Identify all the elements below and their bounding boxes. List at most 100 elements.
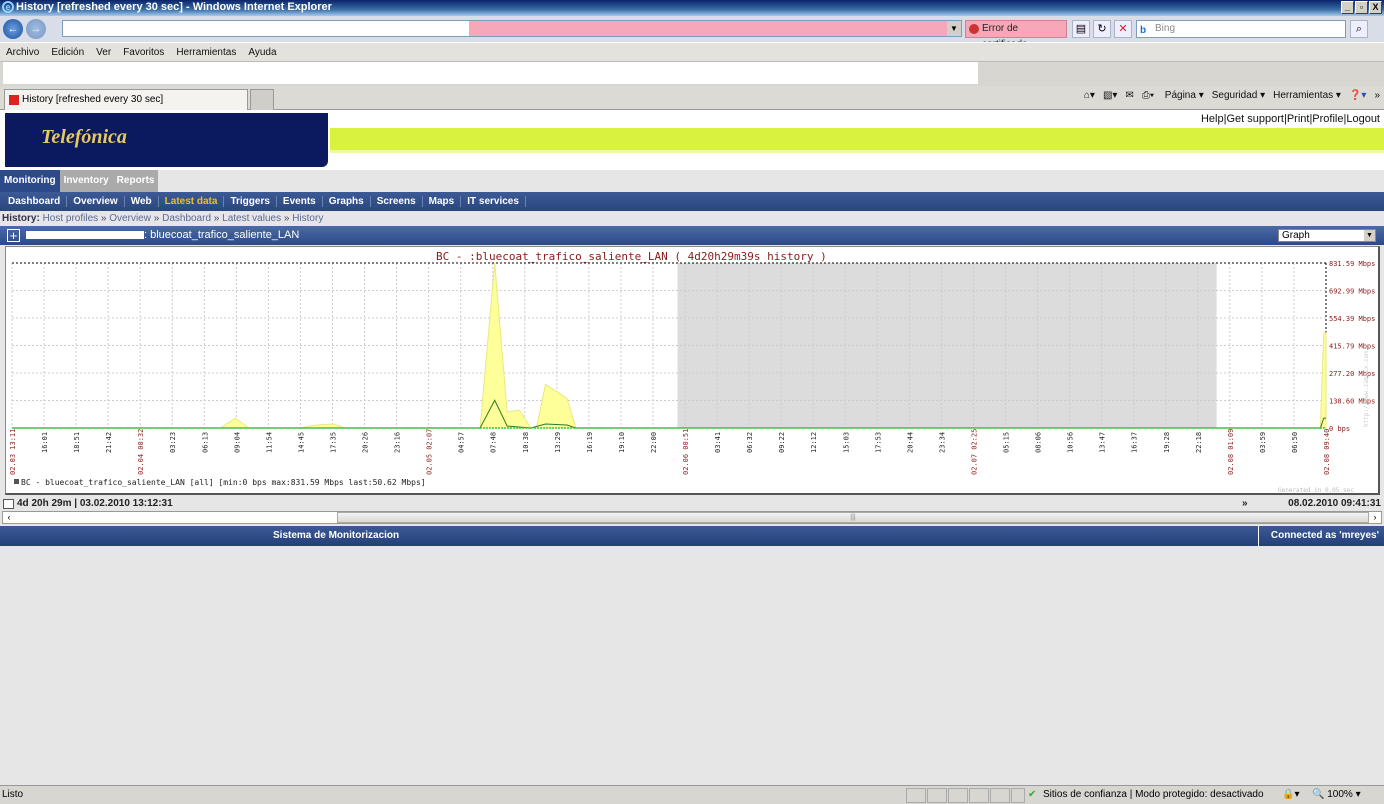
- x-tick-label: 03:59: [1259, 432, 1267, 453]
- menu-bar: Archivo Edición Ver Favoritos Herramientas Ay…: [0, 42, 1384, 62]
- security-menu[interactable]: Seguridad ▾: [1212, 90, 1265, 101]
- address-input[interactable]: ▼: [62, 20, 962, 37]
- nav-screens[interactable]: Screens: [370, 196, 423, 207]
- x-tick-label: 19:10: [618, 432, 626, 453]
- x-tick-label: 02.04 00:32: [137, 429, 145, 475]
- y-tick-label: 692.99 Mbps: [1329, 288, 1375, 296]
- crumb-latest-values[interactable]: Latest values: [222, 213, 281, 224]
- crumb-dashboard[interactable]: Dashboard: [162, 213, 211, 224]
- ie-icon: e: [2, 1, 14, 13]
- menu-herramientas[interactable]: Herramientas: [170, 43, 242, 62]
- certificate-error-button[interactable]: Error de certificado: [965, 20, 1067, 50]
- feeds-icon[interactable]: ▧▾: [1103, 90, 1117, 101]
- tools-menu[interactable]: Herramientas ▾: [1273, 90, 1341, 101]
- x-tick-label: 10:56: [1067, 432, 1075, 453]
- x-tick-label: 03:41: [714, 432, 722, 453]
- chevron-down-icon: ▼: [1364, 230, 1375, 241]
- print-icon[interactable]: ⎙▾: [1142, 90, 1154, 101]
- telefonica-logo: Telefónica: [5, 113, 328, 167]
- nav-dashboard[interactable]: Dashboard: [2, 196, 68, 207]
- maximize-button[interactable]: ▫: [1355, 1, 1368, 14]
- nav-maps[interactable]: Maps: [422, 196, 462, 207]
- nav-triggers[interactable]: Triggers: [224, 196, 277, 207]
- support-link[interactable]: Get support: [1226, 113, 1283, 125]
- x-tick-label: 02.03 13:11: [9, 429, 17, 475]
- x-tick-label: 06:32: [746, 432, 754, 453]
- compat-view-icon[interactable]: ▤: [1072, 20, 1090, 38]
- security-icon[interactable]: 🔒▾: [1282, 786, 1299, 804]
- refresh-icon[interactable]: ↻: [1093, 20, 1111, 38]
- footer-system-name: Sistema de Monitorizacion: [273, 530, 400, 541]
- header-band-light: [330, 150, 1384, 153]
- x-tick-label: 11:54: [265, 432, 273, 453]
- stop-icon[interactable]: ✕: [1114, 20, 1132, 38]
- zoom-control[interactable]: 🔍 100% ▾: [1312, 786, 1361, 804]
- mail-icon[interactable]: ✉: [1125, 90, 1133, 101]
- x-tick-label: 21:42: [105, 432, 113, 453]
- search-input[interactable]: b Bing: [1136, 20, 1346, 38]
- nav-overview[interactable]: Overview: [67, 196, 125, 207]
- x-tick-label: 22:18: [1195, 432, 1203, 453]
- page-footer: Sistema de Monitorizacion Connected as '…: [0, 526, 1384, 546]
- menu-favoritos[interactable]: Favoritos: [117, 43, 170, 62]
- crumb-host-profiles[interactable]: Host profiles: [43, 213, 99, 224]
- x-tick-label: 16:01: [41, 432, 49, 453]
- scroll-right-icon[interactable]: ›: [1369, 512, 1381, 523]
- scroll-thumb[interactable]: |||: [337, 512, 1369, 523]
- x-tick-label: 16:37: [1131, 432, 1139, 453]
- timeline-bar: 4d 20h 29m | 03.02.2010 13:12:31 » 08.02…: [0, 497, 1384, 511]
- x-tick-label: 20:26: [362, 432, 370, 453]
- history-graph: BC - :bluecoat_trafico_saliente_LAN ( 4d…: [5, 246, 1380, 495]
- redacted-host: [26, 231, 144, 239]
- new-tab-button[interactable]: [250, 89, 274, 110]
- menu-ayuda[interactable]: Ayuda: [242, 43, 282, 62]
- close-button[interactable]: X: [1369, 1, 1382, 14]
- footer-user: Connected as 'mreyes': [1257, 526, 1379, 546]
- back-icon[interactable]: ←: [3, 19, 23, 39]
- forward-icon[interactable]: →: [26, 19, 46, 39]
- bing-icon: b: [1140, 25, 1147, 36]
- logout-link[interactable]: Logout: [1346, 113, 1380, 125]
- command-bar: ⌂▾ ▧▾ ✉ ⎙▾ Página ▾ Seguridad ▾ Herramientas …: [1076, 90, 1380, 101]
- x-tick-label: 20:44: [906, 432, 914, 453]
- period-forward[interactable]: »: [1242, 497, 1248, 511]
- page-menu[interactable]: Página ▾: [1165, 90, 1204, 101]
- crumb-overview[interactable]: Overview: [109, 213, 151, 224]
- x-tick-label: 13:47: [1099, 432, 1107, 453]
- nav-web[interactable]: Web: [124, 196, 159, 207]
- scroll-left-icon[interactable]: ‹: [3, 512, 15, 523]
- help-link[interactable]: Help: [1201, 113, 1224, 125]
- calendar-icon[interactable]: [3, 499, 14, 509]
- browser-tab[interactable]: History [refreshed every 30 sec]: [4, 89, 248, 110]
- item-titlebar: + : bluecoat_trafico_saliente_LAN Graph ▼: [0, 226, 1384, 245]
- menu-archivo[interactable]: Archivo: [0, 43, 45, 62]
- nav-latest-data[interactable]: Latest data: [158, 196, 225, 207]
- status-bar: Listo ✔ Sitios de confianza | Modo prote…: [0, 785, 1384, 804]
- search-icon[interactable]: ⌕: [1350, 20, 1368, 38]
- period-end: 08.02.2010 09:41:31: [1288, 498, 1381, 509]
- nav-events[interactable]: Events: [276, 196, 323, 207]
- tab-reports[interactable]: Reports: [112, 170, 159, 192]
- tab-inventory[interactable]: Inventory: [59, 170, 113, 192]
- menu-edicion[interactable]: Edición: [45, 43, 90, 62]
- view-select[interactable]: Graph ▼: [1278, 229, 1376, 242]
- period-scrollbar[interactable]: ‹ ||| ›: [2, 511, 1382, 524]
- y-tick-label: 554.39 Mbps: [1329, 315, 1375, 323]
- shield-icon: [969, 24, 979, 34]
- crumb-history[interactable]: History: [292, 213, 323, 224]
- menu-ver[interactable]: Ver: [90, 43, 117, 62]
- address-dropdown-icon[interactable]: ▼: [947, 21, 961, 36]
- tab-title: History [refreshed every 30 sec]: [22, 94, 164, 105]
- expand-icon[interactable]: +: [7, 229, 20, 242]
- minimize-button[interactable]: _: [1341, 1, 1354, 14]
- home-icon[interactable]: ⌂▾: [1084, 90, 1095, 101]
- print-link[interactable]: Print: [1287, 113, 1310, 125]
- help-icon[interactable]: ❓▾: [1349, 90, 1366, 101]
- tab-monitoring[interactable]: Monitoring: [0, 170, 60, 192]
- graph-title: BC - :bluecoat_trafico_saliente_LAN ( 4d…: [436, 250, 827, 263]
- more-icon[interactable]: »: [1374, 90, 1380, 101]
- watermark: http://www.zabbix.com: [1363, 351, 1370, 427]
- nav-it-services[interactable]: IT services: [461, 196, 526, 207]
- nav-graphs[interactable]: Graphs: [322, 196, 371, 207]
- profile-link[interactable]: Profile: [1312, 113, 1343, 125]
